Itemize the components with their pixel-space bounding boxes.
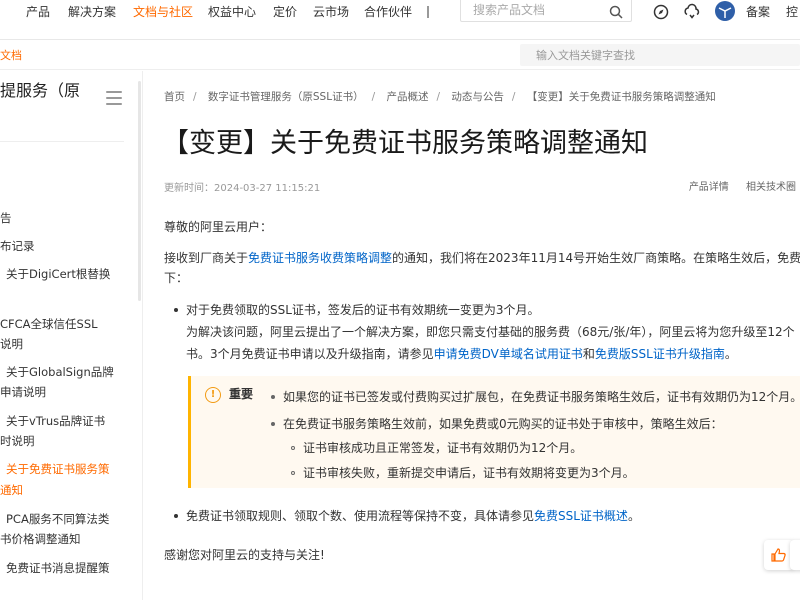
nav-item-solutions[interactable]: 解决方案 <box>68 0 116 24</box>
free-ssl-overview-link[interactable]: 免费SSL证书概述 <box>534 509 628 523</box>
doc-search-input[interactable] <box>536 47 786 63</box>
note-line-2: 在免费证书服务策略生效前，如果免费或0元购买的证书处于审核中，策略生效后： <box>283 417 723 431</box>
note-line-2b: 证书审核失败，重新提交申请后，证书有效期将变更为3个月。 <box>303 466 635 480</box>
bullet-dot <box>174 514 178 518</box>
console-link[interactable]: 控 <box>786 0 798 24</box>
breadcrumb-item[interactable]: 产品概述 <box>386 91 428 103</box>
nav-item-benefits-label: 权益中心 <box>208 5 257 19</box>
sidebar-scrollbar[interactable] <box>138 81 141 301</box>
top-navigation: 产品 解决方案 文档与社区 权益中心 定价 云市场 合作伙伴 备案 控 <box>0 0 800 40</box>
doc-sidebar: 提服务（原 告 布记录 关于DigiCert根替换 CFCA全球信任SSL 说明… <box>0 71 143 600</box>
page-title: 【变更】关于免费证书服务策略调整通知 <box>162 128 648 159</box>
sidebar-item[interactable]: 关于GlobalSign品牌 <box>6 361 114 383</box>
closing-text: 感谢您对阿里云的支持与关注! <box>164 548 325 562</box>
nav-overflow-indicator <box>427 6 433 18</box>
sidebar-item[interactable]: 免费证书消息提醒策 <box>6 557 110 579</box>
sidebar-divider <box>0 141 124 142</box>
bullet-1-text: 书。3个月免费证书申请以及升级指南，请参见 <box>186 347 434 361</box>
product-search-input[interactable] <box>473 0 603 20</box>
search-icon[interactable] <box>609 4 623 23</box>
breadcrumb-item[interactable]: 数字证书管理服务（原SSL证书） <box>208 91 364 103</box>
sidebar-item[interactable]: CFCA全球信任SSL <box>0 313 98 335</box>
sidebar-item[interactable]: 申请说明 <box>0 381 46 403</box>
sidebar-item[interactable]: 说明 <box>0 333 23 355</box>
nav-item-pricing[interactable]: 定价 <box>273 0 297 24</box>
bullet-2-end: 。 <box>627 509 640 523</box>
intro-text-a: 接收到厂商关于 <box>164 251 249 265</box>
nav-item-benefits[interactable]: 权益中心 <box>208 0 256 24</box>
doc-search-box <box>520 44 800 66</box>
bullet-1-line-1: 对于免费领取的SSL证书，签发后的证书有效期统一变更为3个月。 <box>186 303 540 317</box>
bullet-dot <box>271 395 275 399</box>
sidebar-item[interactable]: 关于DigiCert根替换 <box>6 263 110 285</box>
compass-icon[interactable] <box>652 3 670 21</box>
product-details-link[interactable]: 产品详情 <box>689 182 729 193</box>
bullet-1-line-2: 为解决该问题，阿里云提出了一个解决方案，即您只需支付基础的服务费（68元/张/年… <box>186 325 795 339</box>
article-meta-links: 产品详情 相关技术圈 <box>675 178 796 193</box>
breadcrumb-item[interactable]: 动态与公告 <box>451 91 504 103</box>
greeting: 尊敬的阿里云用户： <box>164 220 273 234</box>
note-label: 重要 <box>229 387 254 401</box>
sidebar-item[interactable]: PCA服务不同算法类 <box>6 508 109 530</box>
nav-item-partners[interactable]: 合作伙伴 <box>364 0 412 24</box>
product-search-box <box>460 0 632 22</box>
warning-icon: ! <box>205 387 221 403</box>
intro-paragraph: 接收到厂商关于免费证书服务收费策略调整的通知，我们将在2023年11月14号开始… <box>164 247 800 269</box>
sidebar-item-active[interactable]: 通知 <box>0 479 23 501</box>
sidebar-item[interactable]: 书价格调整通知 <box>0 528 81 550</box>
ssl-upgrade-guide-link[interactable]: 免费版SSL证书升级指南 <box>595 347 725 361</box>
tech-circle-link[interactable]: 相关技术圈 <box>746 182 796 193</box>
doc-subbar: 文档 <box>0 40 800 70</box>
bullet-2: 免费证书领取规则、领取个数、使用流程等保持不变，具体请参见免费SSL证书概述。 <box>186 505 640 527</box>
fee-policy-link[interactable]: 免费证书服务收费策略调整 <box>248 251 392 265</box>
intro-text-c: 下： <box>164 271 189 285</box>
nav-item-products[interactable]: 产品 <box>26 0 50 24</box>
sidebar-item[interactable]: 告 <box>0 207 12 229</box>
breadcrumb: 首页 / 数字证书管理服务（原SSL证书） / 产品概述 / 动态与公告 / 【变更】关… <box>164 91 716 103</box>
globe-icon[interactable] <box>714 0 736 22</box>
intro-text-b: 的通知，我们将在2023年11月14号开始生效厂商策略。在策略生效后，免费 <box>392 251 800 265</box>
article-content: 首页 / 数字证书管理服务（原SSL证书） / 产品概述 / 动态与公告 / 【变更】关… <box>146 71 800 600</box>
updated-time: 更新时间：2024-03-27 11:15:21 <box>164 183 321 194</box>
sub-bullet-dot <box>291 446 295 450</box>
cloud-sync-icon[interactable] <box>683 3 701 21</box>
bullet-1-end: 。 <box>724 347 737 361</box>
dv-trial-cert-link[interactable]: 申请免费DV单域名试用证书 <box>434 347 583 361</box>
share-button[interactable] <box>790 540 800 570</box>
sidebar-title: 提服务（原 <box>0 81 81 100</box>
note-line-2a: 证书审核成功且正常签发，证书有效期仍为12个月。 <box>303 441 583 455</box>
menu-toggle-icon[interactable] <box>106 91 122 105</box>
important-note: ! 重要 如果您的证书已签发或付费购买过扩展包，在免费证书服务策略生效后，证书有… <box>188 376 800 488</box>
breadcrumb-item[interactable]: 首页 <box>164 91 185 103</box>
bullet-2-text: 免费证书领取规则、领取个数、使用流程等保持不变，具体请参见 <box>186 509 535 523</box>
sidebar-item-active[interactable]: 关于免费证书服务策 <box>6 458 110 480</box>
bullet-dot <box>271 422 275 426</box>
bullet-1-and: 和 <box>582 347 595 361</box>
docs-home-link[interactable]: 文档 <box>0 47 22 63</box>
breadcrumb-item-current: 【变更】关于免费证书服务策略调整通知 <box>526 91 716 103</box>
filing-link[interactable]: 备案 <box>746 0 770 24</box>
sidebar-item[interactable]: 布记录 <box>0 235 35 257</box>
sidebar-item[interactable]: 时说明 <box>0 430 35 452</box>
sub-bullet-dot <box>291 471 295 475</box>
sidebar-item[interactable]: 关于vTrus品牌证书 <box>6 410 105 432</box>
note-line-1: 如果您的证书已签发或付费购买过扩展包，在免费证书服务策略生效后，证书有效期仍为1… <box>283 390 800 404</box>
bullet-1-line-3: 书。3个月免费证书申请以及升级指南，请参见申请免费DV单域名试用证书和免费版SS… <box>186 343 737 365</box>
nav-item-marketplace[interactable]: 云市场 <box>313 0 349 24</box>
nav-item-docs-community[interactable]: 文档与社区 <box>133 0 193 24</box>
bullet-dot <box>174 308 178 312</box>
